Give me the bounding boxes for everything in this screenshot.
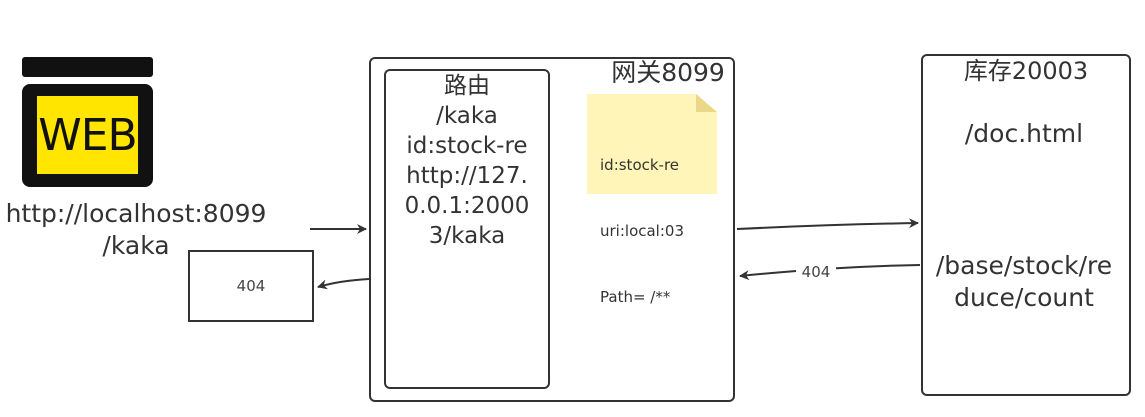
arrow-gateway-to-stock (736, 218, 919, 230)
return-edge-label: 404 (796, 262, 836, 282)
connector-layer (310, 218, 921, 290)
arrow-gateway-to-response (317, 278, 370, 290)
